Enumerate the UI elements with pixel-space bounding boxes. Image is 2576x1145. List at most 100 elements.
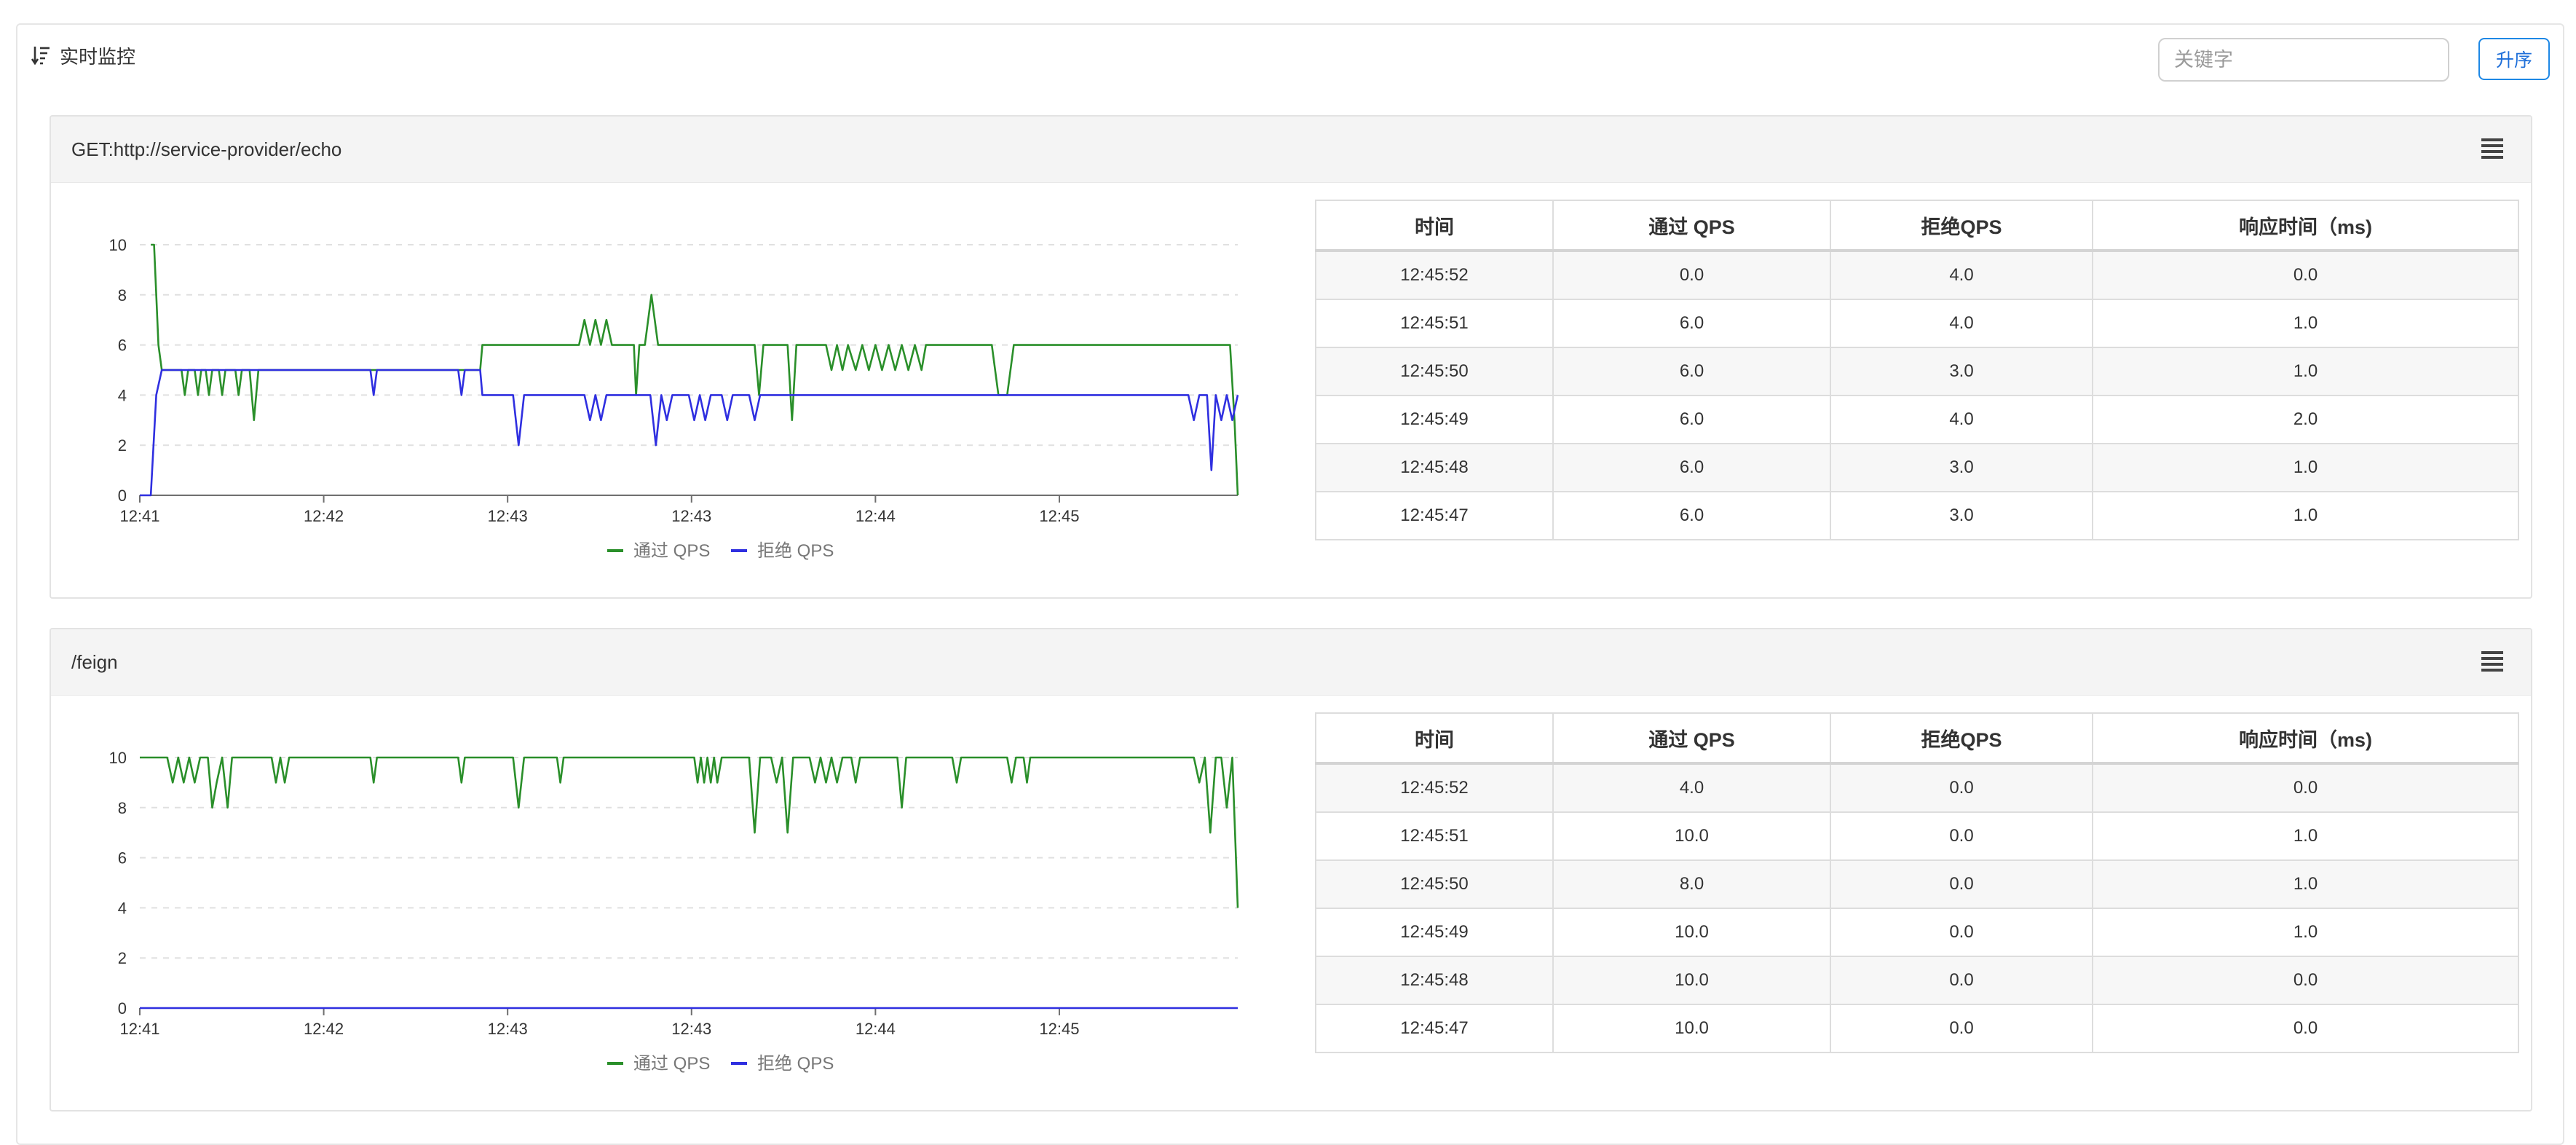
col-header-block-qps: 拒绝QPS (1830, 200, 2093, 252)
cell-time: 12:45:50 (1315, 859, 1554, 909)
cell-rt: 1.0 (2092, 299, 2519, 348)
table-header-row: 时间 通过 QPS 拒绝QPS 响应时间（ms) (1315, 200, 2519, 252)
cell-rt: 0.0 (2092, 763, 2519, 813)
col-header-time: 时间 (1315, 712, 1554, 765)
cell-pass-qps: 8.0 (1552, 859, 1831, 909)
resource-panel-1: GET:http://service-provider/echo 0 2 4 6 8 10… (50, 115, 2532, 599)
x-tick-label: 12:44 (856, 1020, 896, 1038)
cell-pass-qps: 10.0 (1552, 1004, 1831, 1053)
cell-pass-qps: 10.0 (1552, 956, 1831, 1005)
legend-pass-qps: 通过 QPS (633, 541, 710, 561)
search-input[interactable] (2158, 38, 2449, 82)
cell-time: 12:45:52 (1315, 763, 1554, 813)
y-tick-label: 6 (118, 337, 127, 355)
menu-icon[interactable] (2481, 651, 2503, 672)
table-header-row: 时间 通过 QPS 拒绝QPS 响应时间（ms) (1315, 712, 2519, 765)
legend-block-qps: 拒绝 QPS (757, 541, 834, 561)
table-row: 12:45:48 6.0 3.0 1.0 (1315, 443, 2519, 492)
x-tick-label: 12:43 (488, 1020, 528, 1038)
table-row: 12:45:52 0.0 4.0 0.0 (1315, 250, 2519, 300)
pass-qps-line (140, 756, 1239, 908)
col-header-rt: 响应时间（ms) (2092, 200, 2519, 252)
cell-rt: 0.0 (2092, 1004, 2519, 1053)
cell-block-qps: 0.0 (1830, 908, 2093, 957)
col-header-pass-qps: 通过 QPS (1552, 712, 1831, 765)
cell-time: 12:45:51 (1315, 811, 1554, 861)
page-header: 实时监控 (31, 41, 135, 70)
cell-pass-qps: 0.0 (1552, 250, 1831, 300)
cell-pass-qps: 6.0 (1552, 491, 1831, 540)
cell-block-qps: 3.0 (1830, 491, 2093, 540)
y-tick-label: 8 (118, 799, 127, 817)
y-tick-label: 0 (118, 487, 127, 505)
y-tick-label: 2 (118, 436, 127, 455)
cell-time: 12:45:48 (1315, 443, 1554, 492)
cell-block-qps: 0.0 (1830, 763, 2093, 813)
cell-block-qps: 0.0 (1830, 956, 2093, 1005)
legend-pass-qps: 通过 QPS (633, 1054, 710, 1074)
cell-rt: 1.0 (2092, 491, 2519, 540)
cell-time: 12:45:48 (1315, 956, 1554, 1005)
table-row: 12:45:52 4.0 0.0 0.0 (1315, 763, 2519, 813)
y-tick-label: 8 (118, 286, 127, 304)
y-tick-label: 0 (118, 999, 127, 1018)
panel-header: /feign (51, 629, 2531, 696)
y-tick-label: 2 (118, 949, 127, 967)
table-row: 12:45:49 10.0 0.0 1.0 (1315, 908, 2519, 957)
panel-header: GET:http://service-provider/echo (51, 117, 2531, 183)
cell-pass-qps: 4.0 (1552, 763, 1831, 813)
qps-chart: 0 2 4 6 8 10 12:41 12:42 12:43 12:43 12:44 12:45 通过 … (109, 236, 1239, 561)
x-tick-label: 12:45 (1039, 1020, 1079, 1038)
col-header-block-qps: 拒绝QPS (1830, 712, 2093, 765)
cell-block-qps: 4.0 (1830, 299, 2093, 348)
col-header-pass-qps: 通过 QPS (1552, 200, 1831, 252)
cell-block-qps: 0.0 (1830, 1004, 2093, 1053)
cell-time: 12:45:47 (1315, 491, 1554, 540)
x-tick-label: 12:45 (1039, 507, 1079, 525)
cell-rt: 0.0 (2092, 250, 2519, 300)
cell-block-qps: 0.0 (1830, 859, 2093, 909)
cell-time: 12:45:50 (1315, 347, 1554, 396)
x-tick-label: 12:41 (119, 507, 159, 525)
cell-rt: 0.0 (2092, 956, 2519, 1005)
x-tick-label: 12:43 (488, 507, 528, 525)
cell-block-qps: 3.0 (1830, 443, 2093, 492)
y-tick-label: 10 (109, 749, 127, 767)
cell-time: 12:45:49 (1315, 908, 1554, 957)
cell-rt: 1.0 (2092, 908, 2519, 957)
cell-rt: 2.0 (2092, 395, 2519, 444)
cell-time: 12:45:49 (1315, 395, 1554, 444)
legend-block-qps: 拒绝 QPS (757, 1054, 834, 1074)
col-header-time: 时间 (1315, 200, 1554, 252)
cell-rt: 1.0 (2092, 859, 2519, 909)
table-row: 12:45:48 10.0 0.0 0.0 (1315, 956, 2519, 1005)
cell-pass-qps: 6.0 (1552, 299, 1831, 348)
metrics-table: 时间 通过 QPS 拒绝QPS 响应时间（ms) 12:45:52 4.0 0.0 0… (1315, 712, 2519, 1053)
table-row: 12:45:51 10.0 0.0 1.0 (1315, 811, 2519, 861)
cell-pass-qps: 6.0 (1552, 443, 1831, 492)
cell-block-qps: 4.0 (1830, 395, 2093, 444)
cell-rt: 1.0 (2092, 347, 2519, 396)
x-tick-label: 12:44 (856, 507, 896, 525)
cell-block-qps: 0.0 (1830, 811, 2093, 861)
table-row: 12:45:47 10.0 0.0 0.0 (1315, 1004, 2519, 1053)
cell-pass-qps: 10.0 (1552, 811, 1831, 861)
resource-panel-2: /feign 0 2 4 6 8 10 12:41 12:42 12:43 12:43 12:44 1… (50, 628, 2532, 1111)
block-qps-line (140, 369, 1239, 497)
table-row: 12:45:47 6.0 3.0 1.0 (1315, 491, 2519, 540)
x-tick-label: 12:42 (304, 507, 344, 525)
cell-pass-qps: 10.0 (1552, 908, 1831, 957)
page-title: 实时监控 (60, 45, 136, 68)
metrics-table: 时间 通过 QPS 拒绝QPS 响应时间（ms) 12:45:52 0.0 4.0 0… (1315, 200, 2519, 540)
cell-pass-qps: 6.0 (1552, 347, 1831, 396)
x-tick-label: 12:43 (671, 1020, 711, 1038)
resource-title: /feign (71, 651, 118, 673)
cell-block-qps: 3.0 (1830, 347, 2093, 396)
menu-icon[interactable] (2481, 138, 2503, 159)
cell-pass-qps: 6.0 (1552, 395, 1831, 444)
sort-order-button[interactable]: 升序 (2478, 38, 2550, 80)
y-tick-label: 4 (118, 899, 127, 917)
sort-icon (31, 45, 51, 66)
resource-title: GET:http://service-provider/echo (71, 138, 342, 160)
cell-time: 12:45:52 (1315, 250, 1554, 300)
